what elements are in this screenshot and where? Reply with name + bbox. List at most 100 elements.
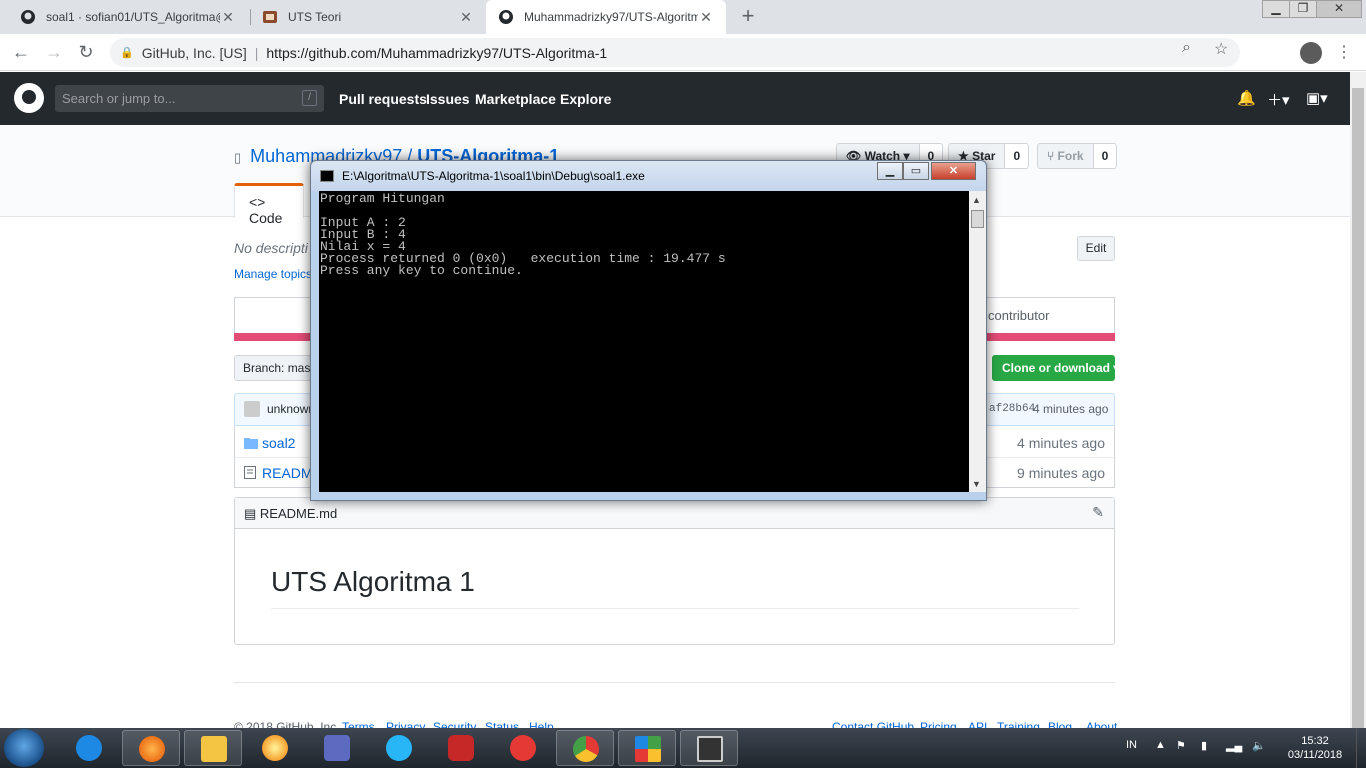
console-window: E:\Algoritma\UTS-Algoritma-1\soal1\bin\D…: [310, 160, 987, 501]
file-name[interactable]: soal2: [262, 435, 295, 451]
forward-arrow-icon[interactable]: →: [41, 40, 67, 66]
scrollbar-thumb[interactable]: [971, 210, 984, 228]
browser-tab-2[interactable]: UTS Teori ✕: [250, 0, 486, 34]
book-icon: ▤: [244, 506, 260, 521]
scrollbar-thumb[interactable]: [1352, 88, 1364, 733]
lock-icon: 🔒: [120, 47, 134, 59]
github-logo-icon[interactable]: [14, 83, 44, 113]
file-age: 4 minutes ago: [1017, 435, 1105, 451]
battery-icon[interactable]: ▮: [1201, 739, 1207, 752]
console-maximize-button[interactable]: ▭: [903, 162, 929, 180]
github-icon: [20, 9, 36, 25]
search-input[interactable]: Search or jump to... /: [55, 85, 324, 112]
clone-download-button[interactable]: Clone or download ▾: [992, 355, 1119, 381]
fork-button[interactable]: ⑂ Fork: [1037, 143, 1094, 169]
page-icon: [262, 9, 278, 25]
site-identity: GitHub, Inc. [US]: [141, 44, 247, 61]
nav-pull-requests[interactable]: Pull requests: [339, 91, 427, 107]
manage-topics-link[interactable]: Manage topics: [234, 267, 312, 281]
address-bar[interactable]: 🔒 GitHub, Inc. [US] | https://github.com…: [110, 38, 1240, 67]
readme-heading: UTS Algoritma 1: [271, 566, 1079, 609]
console-scrollbar[interactable]: ▲ ▼: [969, 191, 986, 492]
browser-tab-1[interactable]: soal1 · sofian01/UTS_Algoritma@ ✕: [8, 0, 248, 34]
browser-tab-active[interactable]: Muhammadrizky97/UTS-Algoritm ✕: [486, 0, 726, 34]
opera-icon[interactable]: [494, 730, 552, 766]
close-icon[interactable]: ✕: [458, 9, 474, 26]
nav-marketplace[interactable]: Marketplace: [475, 91, 556, 107]
clock-time: 15:32: [1301, 735, 1329, 747]
console-line: Program Hitungan: [320, 191, 445, 206]
edit-button[interactable]: Edit: [1077, 236, 1115, 261]
media-icon[interactable]: [246, 730, 304, 766]
language-indicator[interactable]: IN: [1126, 739, 1137, 751]
flag-icon[interactable]: ⚑: [1176, 739, 1186, 752]
scroll-down-icon[interactable]: ▼: [972, 479, 981, 489]
page-scrollbar[interactable]: [1350, 72, 1366, 733]
commit-age: 4 minutes ago: [1033, 402, 1109, 416]
close-icon[interactable]: ✕: [220, 9, 236, 26]
system-clock[interactable]: 15:32 03/11/2018: [1282, 734, 1348, 762]
show-desktop-button[interactable]: [1356, 728, 1366, 768]
bookmark-star-icon[interactable]: ☆: [1214, 39, 1228, 59]
more-menu-icon[interactable]: ⋮: [1336, 42, 1352, 62]
commit-sha[interactable]: af28b64: [989, 403, 1035, 415]
avatar[interactable]: [1300, 42, 1322, 64]
close-icon[interactable]: ✕: [698, 9, 714, 26]
tab-code-label: Code: [249, 210, 283, 226]
repo-icon: ▯: [234, 150, 242, 165]
github-header: Search or jump to... / Pull requests Iss…: [0, 72, 1350, 125]
browser-tabstrip: soal1 · sofian01/UTS_Algoritma@ ✕ UTS Te…: [0, 0, 1366, 34]
chrome-icon[interactable]: [556, 730, 614, 766]
new-tab-button[interactable]: +: [735, 4, 761, 30]
console-line: Press any key to continue.: [320, 263, 523, 278]
commit-author[interactable]: unknown: [267, 402, 315, 416]
app-icon[interactable]: [432, 730, 490, 766]
signal-icon[interactable]: ▂▄: [1226, 739, 1242, 752]
back-arrow-icon[interactable]: ←: [8, 40, 34, 66]
browser-toolbar: ← → ↻ 🔒 GitHub, Inc. [US] | https://gith…: [0, 34, 1366, 71]
contributors-link[interactable]: contributor: [988, 308, 1049, 323]
star-count[interactable]: 0: [1005, 143, 1030, 169]
console-minimize-button[interactable]: ▁: [877, 162, 903, 180]
close-window-button[interactable]: ✕: [1316, 0, 1362, 18]
console-app-icon: [320, 170, 334, 182]
ie-icon[interactable]: [60, 730, 118, 766]
bell-icon[interactable]: 🔔: [1237, 89, 1256, 107]
console-taskbar-icon[interactable]: [680, 730, 738, 766]
console-line: Input B : 4: [320, 227, 406, 242]
reload-icon[interactable]: ↻: [73, 40, 99, 66]
readme-box: ▤ README.md ✎ UTS Algoritma 1: [234, 497, 1115, 645]
tab-title: Muhammadrizky97/UTS-Algoritm: [524, 10, 698, 24]
tab-code[interactable]: <> Code: [234, 183, 304, 226]
fork-group: ⑂ Fork 0: [1037, 143, 1118, 169]
avatar[interactable]: [244, 401, 260, 417]
nav-explore[interactable]: Explore: [560, 91, 611, 107]
media-player-icon[interactable]: [308, 730, 366, 766]
chevron-up-icon[interactable]: ▲: [1155, 739, 1166, 751]
firefox-icon[interactable]: [122, 730, 180, 766]
search-shortcut: /: [302, 90, 317, 106]
fork-count[interactable]: 0: [1093, 143, 1118, 169]
tab-title: soal1 · sofian01/UTS_Algoritma@: [46, 10, 220, 24]
speaker-icon[interactable]: 🔈: [1252, 739, 1266, 752]
pencil-icon[interactable]: ✎: [1092, 504, 1104, 521]
codeblocks-icon[interactable]: [618, 730, 676, 766]
start-button[interactable]: [4, 729, 44, 767]
network-icon[interactable]: [370, 730, 428, 766]
console-title: E:\Algoritma\UTS-Algoritma-1\soal1\bin\D…: [342, 169, 645, 183]
console-close-button[interactable]: ✕: [931, 162, 976, 180]
zoom-icon[interactable]: ⌕: [1182, 39, 1191, 57]
maximize-button[interactable]: ❐: [1289, 0, 1317, 18]
footer-divider: [234, 682, 1115, 683]
plus-dropdown-icon[interactable]: ＋▾: [1267, 89, 1290, 110]
minimize-button[interactable]: ▁: [1262, 0, 1290, 18]
scroll-up-icon[interactable]: ▲: [972, 195, 981, 205]
user-avatar-icon[interactable]: ▣▾: [1306, 89, 1328, 107]
divider: |: [254, 44, 259, 61]
folder-icon[interactable]: [184, 730, 242, 766]
console-output[interactable]: Program Hitungan Input A : 2 Input B : 4…: [319, 191, 969, 492]
console-line: Input A : 2: [320, 215, 406, 230]
search-placeholder: Search or jump to...: [62, 91, 176, 106]
nav-issues[interactable]: Issues: [426, 91, 470, 107]
console-titlebar[interactable]: E:\Algoritma\UTS-Algoritma-1\soal1\bin\D…: [311, 161, 986, 191]
